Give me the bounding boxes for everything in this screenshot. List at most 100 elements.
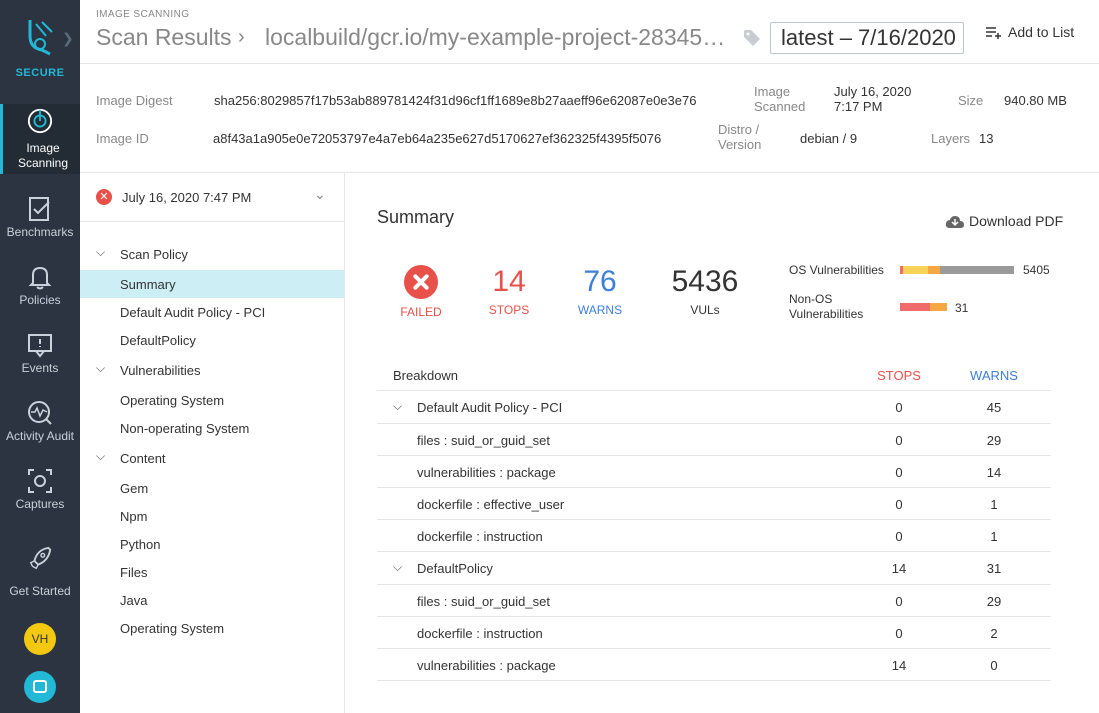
tree-item-summary[interactable]: Summary — [80, 270, 344, 298]
image-name: localbuild/gcr.io/my-example-project-283… — [265, 24, 727, 50]
tree-item-npm[interactable]: Npm — [80, 502, 344, 530]
non-os-label-line1: Non-OS — [789, 292, 833, 306]
tree-item-default-audit-policy-pci[interactable]: Default Audit Policy - PCI — [80, 298, 344, 326]
breakdown-row-stops: 0 — [895, 626, 903, 641]
summary-panel: Summary Download PDF FAILED 14 STOPS 76 … — [345, 173, 1099, 713]
breakdown-row-warns: 45 — [986, 400, 1002, 415]
chevron-down-icon[interactable]: ⌵ — [393, 399, 402, 414]
image-scanned-date: July 16, 2020 — [834, 84, 912, 99]
page-header: IMAGE SCANNING Scan Results › localbuild… — [80, 0, 1099, 64]
add-to-list-button[interactable]: Add to List — [986, 24, 1074, 40]
tree-item-label: Java — [120, 593, 148, 608]
os-vulnerabilities-bar — [900, 266, 1014, 274]
tree-item-non-operating-system[interactable]: Non-operating System — [80, 414, 344, 442]
breakdown-header-name: Breakdown — [393, 368, 459, 383]
breakdown-row-warns: 0 — [990, 658, 998, 673]
distro-label-line1: Distro / — [718, 122, 760, 137]
events-icon — [28, 334, 52, 358]
activity-audit-icon — [28, 401, 52, 425]
rocket-icon — [29, 546, 52, 570]
tree-item-default-policy[interactable]: DefaultPolicy — [80, 326, 344, 354]
breakdown-row-stops: 0 — [895, 497, 903, 512]
warns-count: 76 — [583, 265, 617, 298]
breakdown-policy-row[interactable]: ⌵ DefaultPolicy 14 31 — [377, 552, 1051, 585]
user-avatar[interactable]: VH — [24, 623, 56, 655]
image-scanned-label: Image Scanned — [754, 84, 805, 114]
chevron-down-icon: ⌵ — [96, 245, 106, 259]
scan-date-value: July 16, 2020 7:47 PM — [122, 190, 252, 205]
chat-button[interactable] — [24, 671, 56, 703]
tree-group-label: Content — [120, 451, 166, 466]
tree-item-java[interactable]: Java — [80, 586, 344, 614]
breakdown-header-stops[interactable]: STOPS — [874, 368, 924, 383]
tree-item-label: Npm — [120, 509, 148, 524]
tree-item-label: Python — [120, 537, 161, 552]
non-os-vulnerabilities-count: 31 — [955, 301, 969, 315]
tree-item-content-operating-system[interactable]: Operating System — [80, 614, 344, 642]
benchmarks-icon — [29, 197, 50, 221]
tree-group-content[interactable]: ⌵ Content — [80, 444, 344, 472]
nav-label: Image Scanning — [17, 141, 69, 170]
breadcrumb-section[interactable]: IMAGE SCANNING — [96, 9, 189, 20]
secure-brand[interactable]: ❯ SECURE — [0, 0, 80, 90]
tree-group-vulnerabilities[interactable]: ⌵ Vulnerabilities — [80, 356, 344, 384]
tree-item-files[interactable]: Files — [80, 558, 344, 586]
breakdown-row-stops: 0 — [895, 529, 903, 544]
image-scanning-icon — [27, 108, 53, 134]
tree-item-python[interactable]: Python — [80, 530, 344, 558]
chevron-down-icon: ⌵ — [96, 361, 106, 375]
breakdown-row-name: files : suid_or_guid_set — [417, 594, 550, 609]
breakdown-header-warns[interactable]: WARNS — [969, 368, 1019, 383]
nav-label: Events — [21, 361, 59, 375]
stops-count: 14 — [492, 265, 526, 298]
tree-item-gem[interactable]: Gem — [80, 474, 344, 502]
distro-version-value: debian / 9 — [800, 131, 858, 146]
vuls-label: VULs — [690, 303, 720, 317]
nav-label: Captures — [15, 497, 65, 511]
download-pdf-button[interactable]: Download PDF — [945, 213, 1063, 229]
brand-label: SECURE — [15, 67, 65, 79]
breakdown-row-stops: 0 — [895, 400, 903, 415]
tree-group-label: Vulnerabilities — [120, 363, 201, 378]
tree-item-label: Files — [120, 565, 148, 580]
tree-item-operating-system[interactable]: Operating System — [80, 386, 344, 414]
image-id-label: Image ID — [96, 131, 149, 146]
nav-item-activity-audit[interactable]: Activity Audit — [0, 394, 80, 462]
image-scanned-label-line2: Scanned — [754, 99, 806, 114]
nav-item-benchmarks[interactable]: Benchmarks — [0, 190, 80, 258]
scan-date-select[interactable]: ✕ July 16, 2020 7:47 PM ⌄ — [80, 173, 344, 222]
breakdown-row-name: DefaultPolicy — [417, 561, 493, 576]
image-scanned-value: July 16, 2020 7:17 PM — [834, 84, 911, 114]
nav-item-events[interactable]: Events — [0, 326, 80, 394]
chevron-down-icon: ⌄ — [314, 186, 326, 202]
image-metadata: Image Digest sha256:8029857f17b53ab88978… — [80, 64, 1099, 173]
nav-item-image-scanning[interactable]: Image Scanning — [0, 104, 80, 174]
tree-item-label: Non-operating System — [120, 421, 250, 436]
nav-item-policies[interactable]: Policies — [0, 258, 80, 326]
chat-icon — [33, 680, 47, 693]
tree-group-scan-policy[interactable]: ⌵ Scan Policy — [80, 240, 344, 268]
image-id-value: a8f43a1a905e0e72053797e4a7eb64a235e627d5… — [213, 131, 662, 146]
chevron-right-icon: › — [238, 26, 245, 48]
nav-label: Get Started — [9, 584, 71, 598]
chevron-right-icon[interactable]: ❯ — [62, 30, 74, 47]
tag-select[interactable]: latest – 7/16/2020 ⌄ — [770, 22, 964, 54]
playlist-add-icon — [986, 27, 1001, 40]
breakdown-row-warns: 29 — [986, 594, 1002, 609]
breakdown-row-stops: 0 — [895, 465, 903, 480]
download-pdf-label: Download PDF — [969, 213, 1064, 229]
breakdown-rule-row: dockerfile : instruction 0 1 — [377, 520, 1051, 552]
non-os-vulnerabilities-bar — [900, 303, 947, 311]
tree-item-label: Summary — [120, 277, 176, 292]
breakdown-rule-row: vulnerabilities : package 14 0 — [377, 649, 1051, 681]
failed-status-icon: ✕ — [96, 189, 112, 205]
breakdown-row-stops: 0 — [895, 594, 903, 609]
breakdown-row-warns: 1 — [990, 529, 998, 544]
nav-item-get-started[interactable]: Get Started — [0, 546, 80, 614]
page-title[interactable]: Scan Results — [96, 24, 232, 51]
chevron-down-icon[interactable]: ⌵ — [393, 560, 402, 575]
nav-item-captures[interactable]: Captures — [0, 462, 80, 530]
breakdown-policy-row[interactable]: ⌵ Default Audit Policy - PCI 0 45 — [377, 391, 1051, 424]
breakdown-row-name: dockerfile : instruction — [417, 529, 543, 544]
tree-item-label: Operating System — [120, 621, 225, 636]
